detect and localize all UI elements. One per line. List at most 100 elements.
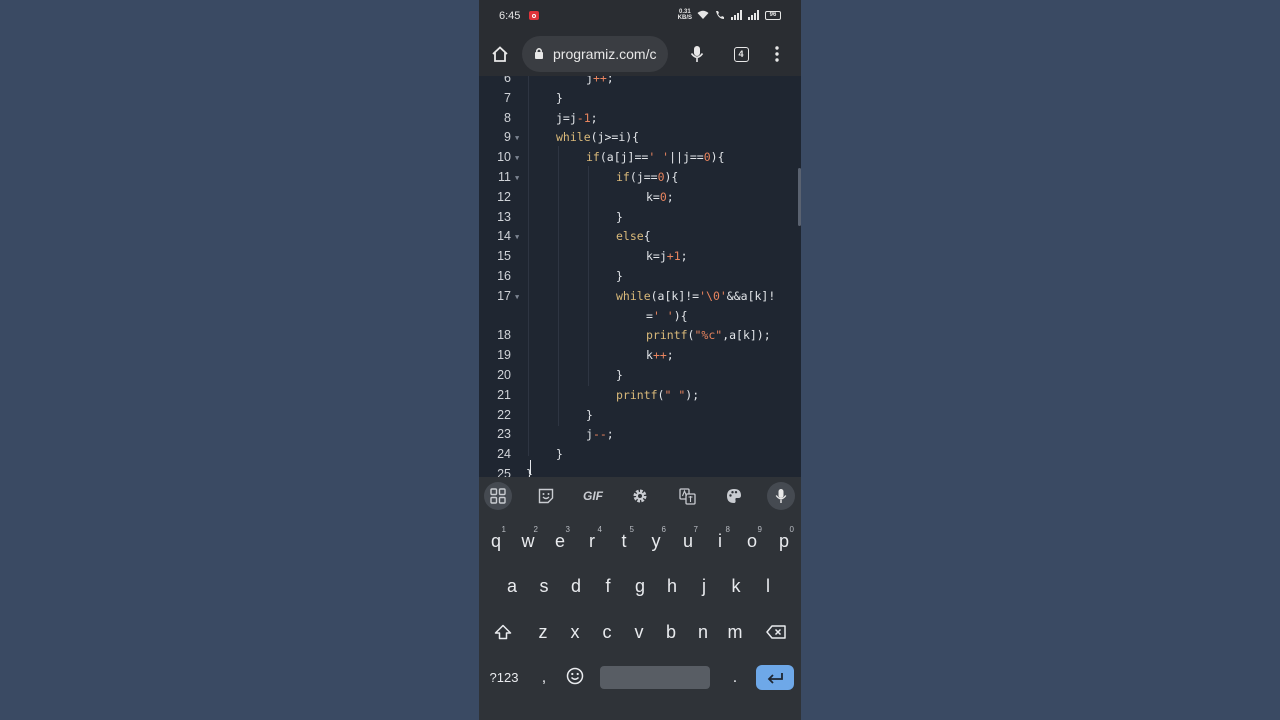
code-line[interactable]: 8 j=j-1;	[479, 108, 801, 128]
key-label: z	[538, 621, 548, 642]
code-line[interactable]: 9 ▼ while(j>=i){	[479, 127, 801, 147]
network-speed-unit: KB/S	[677, 15, 692, 21]
key-u[interactable]: u7	[672, 521, 704, 561]
key-z[interactable]: z	[527, 612, 559, 652]
enter-key[interactable]	[756, 665, 794, 690]
key-t[interactable]: t5	[608, 521, 640, 561]
translate-icon	[678, 487, 696, 505]
period-key[interactable]: .	[719, 658, 751, 698]
code-line[interactable]: 25}	[479, 464, 801, 477]
code-text: while(a[k]!='\0'&&a[k]!	[616, 288, 776, 303]
code-line[interactable]: 12 k=0;	[479, 187, 801, 207]
code-line[interactable]: 16}	[479, 266, 801, 286]
code-line[interactable]: 11 ▼ if(j==0){	[479, 167, 801, 187]
voice-typing-button[interactable]	[767, 482, 795, 510]
key-l[interactable]: l	[752, 566, 784, 606]
key-b[interactable]: b	[655, 612, 687, 652]
menu-button[interactable]	[763, 40, 791, 68]
code-line[interactable]: 17 ▼ while(a[k]!='\0'&&a[k]!	[479, 286, 801, 306]
fold-arrow-icon[interactable]: ▼	[515, 233, 519, 241]
line-number: 16	[497, 269, 511, 283]
code-line[interactable]: 15 k=j+1;	[479, 246, 801, 266]
key-y[interactable]: y6	[640, 521, 672, 561]
key-a[interactable]: a	[496, 566, 528, 606]
code-line[interactable]: =' '){	[479, 306, 801, 326]
code-line[interactable]: 13}	[479, 207, 801, 227]
space-key[interactable]	[600, 666, 710, 689]
fold-arrow-icon[interactable]: ▼	[515, 154, 519, 162]
address-bar[interactable]: programiz.com/c	[522, 36, 668, 72]
theme-button[interactable]	[720, 482, 748, 510]
line-number: 21	[497, 387, 511, 402]
key-m[interactable]: m	[719, 612, 751, 652]
code-line[interactable]: 14 ▼ else{	[479, 226, 801, 246]
editor-scrollbar[interactable]	[798, 168, 801, 226]
battery-icon: 96	[765, 10, 781, 20]
keyboard-toolbar: GIF	[479, 477, 801, 515]
key-g[interactable]: g	[624, 566, 656, 606]
key-x[interactable]: x	[559, 612, 591, 652]
line-number: 12	[497, 189, 511, 204]
key-h[interactable]: h	[656, 566, 688, 606]
key-c[interactable]: c	[591, 612, 623, 652]
translate-button[interactable]	[673, 482, 701, 510]
key-label: v	[634, 621, 644, 642]
line-number: 17	[497, 288, 511, 303]
key-label: j	[702, 575, 706, 596]
tab-switcher-button[interactable]: 4	[727, 40, 755, 68]
code-line[interactable]: 23 j--;	[479, 424, 801, 444]
code-line[interactable]: 19 k++;	[479, 345, 801, 365]
fold-arrow-icon[interactable]: ▼	[515, 174, 519, 182]
code-line[interactable]: 10 ▼ if(a[j]==' '||j==0){	[479, 147, 801, 167]
fold-arrow-icon[interactable]: ▼	[515, 293, 519, 301]
key-number-hint: 3	[565, 525, 570, 534]
sticker-button[interactable]	[532, 482, 560, 510]
key-v[interactable]: v	[623, 612, 655, 652]
key-j[interactable]: j	[688, 566, 720, 606]
key-d[interactable]: d	[560, 566, 592, 606]
backspace-key[interactable]	[760, 612, 792, 652]
keyboard-settings-button[interactable]	[626, 482, 654, 510]
network-speed: 0.31 KB/S	[678, 9, 692, 21]
code-text: printf(" ");	[616, 387, 700, 402]
screen-record-icon	[529, 11, 539, 20]
key-label: m	[727, 621, 743, 642]
enter-icon	[767, 672, 783, 684]
key-s[interactable]: s	[528, 566, 560, 606]
gif-button[interactable]: GIF	[579, 482, 607, 510]
code-line[interactable]: 7}	[479, 88, 801, 108]
key-q[interactable]: q1	[480, 521, 512, 561]
code-line[interactable]: 24}	[479, 444, 801, 464]
key-p[interactable]: p0	[768, 521, 800, 561]
emoji-key[interactable]	[559, 656, 591, 696]
voice-search-button[interactable]	[683, 40, 711, 68]
home-button[interactable]	[486, 40, 514, 68]
key-w[interactable]: w2	[512, 521, 544, 561]
code-line[interactable]: 18 printf("%c",a[k]);	[479, 325, 801, 345]
line-number: 23	[497, 427, 511, 442]
code-line[interactable]: 22}	[479, 405, 801, 425]
fold-arrow-icon[interactable]: ▼	[515, 134, 519, 142]
key-n[interactable]: n	[687, 612, 719, 652]
code-text: j=j-1;	[556, 110, 598, 125]
key-e[interactable]: e3	[544, 521, 576, 561]
code-line[interactable]: 21 printf(" ");	[479, 385, 801, 405]
key-f[interactable]: f	[592, 566, 624, 606]
key-label: w	[521, 530, 535, 551]
symbols-key[interactable]: ?123	[484, 665, 524, 690]
key-k[interactable]: k	[720, 566, 752, 606]
comma-key[interactable]: ,	[528, 658, 560, 698]
key-i[interactable]: i8	[704, 521, 736, 561]
key-o[interactable]: o9	[736, 521, 768, 561]
sticker-icon	[538, 488, 554, 504]
keyboard-apps-button[interactable]	[484, 482, 512, 510]
home-icon	[492, 46, 508, 62]
gif-label: GIF	[583, 489, 603, 503]
shift-key[interactable]	[487, 612, 519, 652]
code-line[interactable]: 6 j++;	[479, 76, 801, 88]
phone-screen: 6:45 0.31 KB/S 96 programiz.com/c 4 6 j+…	[479, 0, 801, 720]
code-line[interactable]: 20}	[479, 365, 801, 385]
key-r[interactable]: r4	[576, 521, 608, 561]
code-editor[interactable]: 6 j++; 7} 8 j=j-1; 9 ▼ while(j>=i){10 ▼ if(a[j]==…	[479, 76, 801, 477]
mic-icon	[775, 489, 787, 503]
